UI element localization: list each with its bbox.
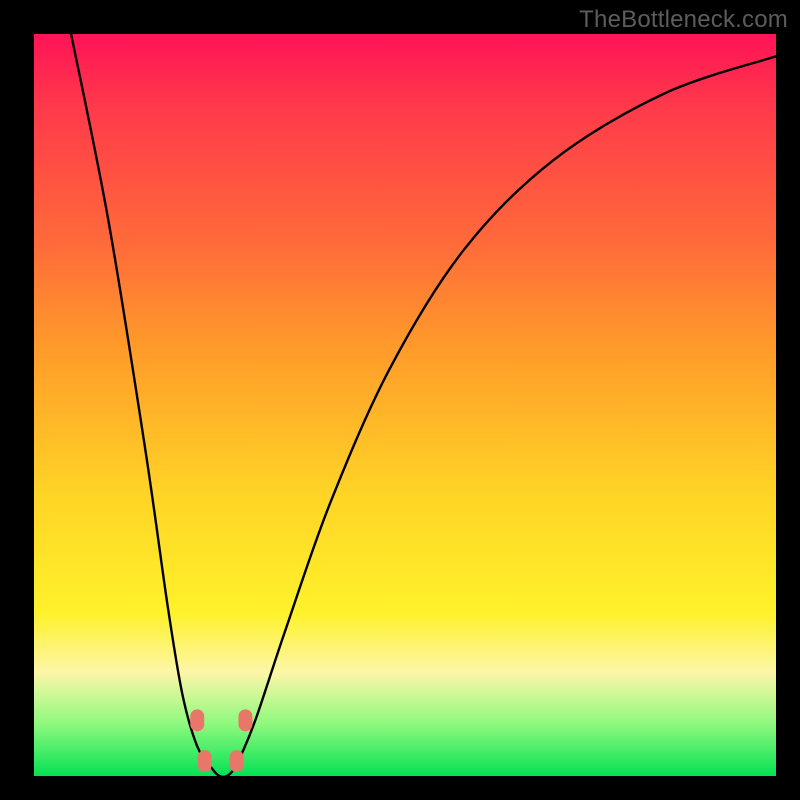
curve-marker: [230, 750, 244, 772]
curve-marker: [198, 750, 212, 772]
curve-marker: [238, 709, 252, 731]
curve-marker: [190, 709, 204, 731]
chart-plot-area: [34, 34, 776, 776]
watermark-text: TheBottleneck.com: [579, 6, 788, 34]
chart-frame: TheBottleneck.com: [0, 0, 800, 800]
curve-markers: [190, 709, 252, 772]
chart-svg: [34, 34, 776, 776]
bottleneck-curve-line: [71, 34, 776, 777]
